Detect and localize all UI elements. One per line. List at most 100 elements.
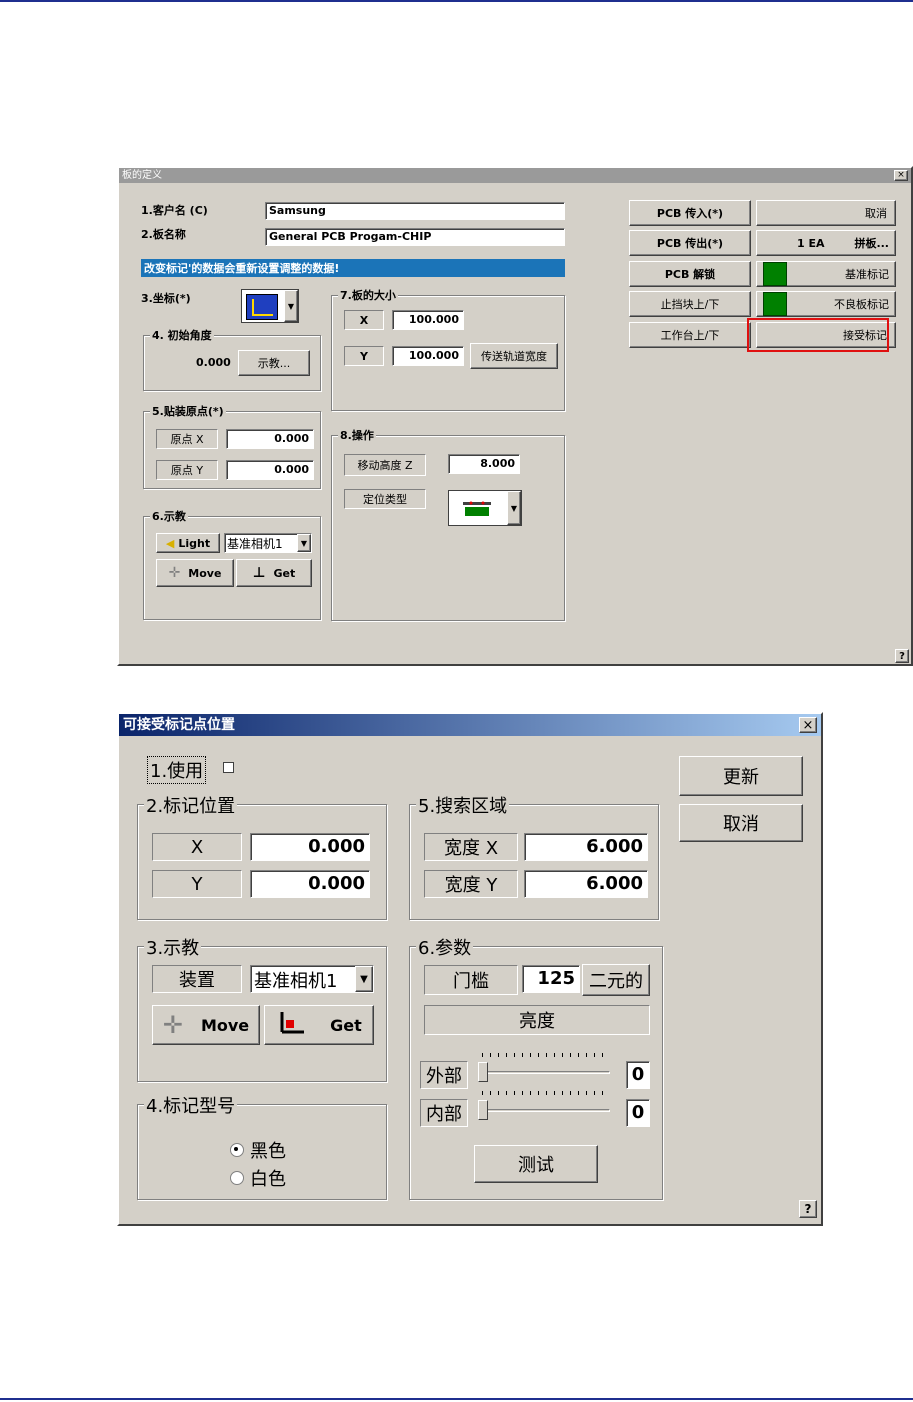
pos-y-label: Y (152, 870, 242, 898)
coord-select[interactable]: ▼ (241, 289, 299, 323)
pos-x-label: X (152, 833, 242, 861)
group-title: 5.贴装原点(*) (150, 403, 226, 419)
warning-banner: 改变标记'的数据会重新设置调整的数据! (141, 259, 565, 277)
panel-button[interactable]: 1 EA 拼板... (756, 230, 896, 256)
move-label: Move (188, 566, 222, 580)
teach-button[interactable]: 示教... (238, 350, 310, 376)
brightness-label: 亮度 (424, 1005, 650, 1035)
fiducial-button[interactable]: 基准标记 (756, 261, 896, 287)
board-name-label: 2.板名称 (141, 228, 186, 241)
customer-label: 1.客户名 (C) (141, 204, 208, 217)
light-icon: ◀ (165, 536, 175, 550)
move-button[interactable]: ✛ Move (152, 1005, 260, 1045)
inner-value: 0 (626, 1099, 650, 1127)
black-label: 黑色 (250, 1141, 286, 1162)
mark-type-group: 4.标记型号 黑色 白色 (137, 1092, 387, 1200)
device-label: 装置 (152, 965, 242, 993)
pos-x-input[interactable]: 0.000 (250, 833, 370, 861)
locate-type-select[interactable]: ▼ (448, 490, 522, 526)
use-checkbox[interactable] (223, 762, 234, 773)
teach-group: 3.示教 装置 基准相机1 ▼ ✛ Move Get (137, 934, 387, 1082)
move-button[interactable]: ✛ Move (156, 559, 234, 587)
conveyor-width-button[interactable]: 传送轨道宽度 (470, 343, 558, 369)
board-definition-dialog: 板的定义 × 1.客户名 (C) Samsung 2.板名称 General P… (117, 166, 913, 666)
fiducial-label: 基准标记 (845, 268, 889, 281)
threshold-input[interactable]: 125 (522, 965, 580, 993)
black-radio-option[interactable]: 黑色 (230, 1137, 286, 1163)
get-button[interactable]: ⊥ Get (236, 559, 312, 587)
width-x-input[interactable]: 6.000 (524, 833, 648, 861)
test-button[interactable]: 测试 (474, 1145, 598, 1183)
help-button[interactable]: ? (895, 649, 909, 663)
size-y-label: Y (344, 346, 384, 366)
move-icon: ✛ (162, 1011, 183, 1039)
cancel-button[interactable]: 取消 (679, 804, 803, 842)
dialog-title: 板的定义 (119, 168, 911, 183)
mark-position-group: 2.标记位置 X 0.000 Y 0.000 (137, 792, 387, 920)
panel-label: 拼板... (854, 237, 889, 250)
axis-icon (246, 294, 278, 320)
size-x-label: X (344, 310, 384, 330)
light-button[interactable]: ◀ Light (156, 533, 220, 553)
parameter-group: 6.参数 门槛 125 二元的 亮度 外部 0 内部 0 测试 (409, 934, 663, 1200)
pos-y-input[interactable]: 0.000 (250, 870, 370, 898)
outer-slider[interactable] (474, 1053, 614, 1087)
cancel-button[interactable]: 取消 (756, 200, 896, 226)
accept-mark-position-dialog: 可接受标记点位置 × 1.使用 更新 取消 2.标记位置 X 0.000 Y 0… (117, 712, 823, 1226)
camera-select[interactable]: 基准相机1 ▼ (250, 965, 374, 993)
width-y-input[interactable]: 6.000 (524, 870, 648, 898)
black-radio[interactable] (230, 1143, 244, 1157)
table-button[interactable]: 工作台上/下 (629, 322, 751, 348)
slider-thumb[interactable] (478, 1100, 488, 1120)
highlight-box (747, 318, 889, 352)
get-button[interactable]: Get (264, 1005, 374, 1045)
origin-y-input[interactable]: 0.000 (226, 460, 314, 480)
pcb-unlock-button[interactable]: PCB 解锁 (629, 261, 751, 287)
get-label: Get (273, 566, 296, 580)
move-height-input[interactable]: 8.000 (448, 454, 520, 474)
white-label: 白色 (250, 1169, 286, 1190)
chevron-down-icon[interactable]: ▼ (284, 290, 298, 322)
coord-label: 3.坐标(*) (141, 292, 191, 305)
chevron-down-icon[interactable]: ▼ (507, 491, 521, 525)
help-button[interactable]: ? (799, 1200, 817, 1218)
size-x-input[interactable]: 100.000 (392, 310, 464, 330)
get-icon: ⊥ (252, 565, 266, 581)
chevron-down-icon[interactable]: ▼ (297, 534, 311, 552)
outer-value: 0 (626, 1061, 650, 1089)
width-y-label: 宽度 Y (424, 870, 518, 898)
slider-ticks (482, 1053, 604, 1057)
close-button[interactable]: × (799, 717, 817, 733)
inner-slider[interactable] (474, 1091, 614, 1125)
chevron-down-icon[interactable]: ▼ (355, 966, 373, 992)
move-height-label: 移动高度 Z (344, 454, 426, 476)
customer-input[interactable]: Samsung (265, 202, 565, 220)
use-label: 1.使用 (147, 756, 207, 784)
bad-mark-button[interactable]: 不良板标记 (756, 291, 896, 317)
origin-group: 5.贴装原点(*) 原点 X 0.000 原点 Y 0.000 (143, 403, 321, 489)
search-area-group: 5.搜索区域 宽度 X 6.000 宽度 Y 6.000 (409, 792, 659, 920)
white-radio[interactable] (230, 1171, 244, 1185)
update-button[interactable]: 更新 (679, 756, 803, 796)
operation-group: 8.操作 移动高度 Z 8.000 定位类型 ▼ (331, 427, 565, 621)
size-y-input[interactable]: 100.000 (392, 346, 464, 366)
light-label: Light (178, 536, 211, 550)
board-name-input[interactable]: General PCB Progam-CHIP (265, 228, 565, 246)
camera-select[interactable]: 基准相机1 ▼ (224, 533, 312, 553)
bad-mark-status-icon (763, 292, 787, 316)
pcb-out-button[interactable]: PCB 传出(*) (629, 230, 751, 256)
group-title: 3.示教 (144, 934, 202, 960)
fiducial-status-icon (763, 262, 787, 286)
stopper-button[interactable]: 止挡块上/下 (629, 291, 751, 317)
binary-button[interactable]: 二元的 (582, 964, 650, 996)
close-button[interactable]: × (894, 170, 908, 181)
slider-thumb[interactable] (478, 1062, 488, 1082)
group-title: 4.标记型号 (144, 1092, 238, 1118)
slider-ticks (482, 1091, 604, 1095)
locate-type-label: 定位类型 (344, 489, 426, 509)
move-icon: ✛ (168, 565, 181, 581)
origin-x-input[interactable]: 0.000 (226, 429, 314, 449)
pcb-in-button[interactable]: PCB 传入(*) (629, 200, 751, 226)
white-radio-option[interactable]: 白色 (230, 1165, 286, 1191)
group-title: 8.操作 (338, 427, 376, 443)
